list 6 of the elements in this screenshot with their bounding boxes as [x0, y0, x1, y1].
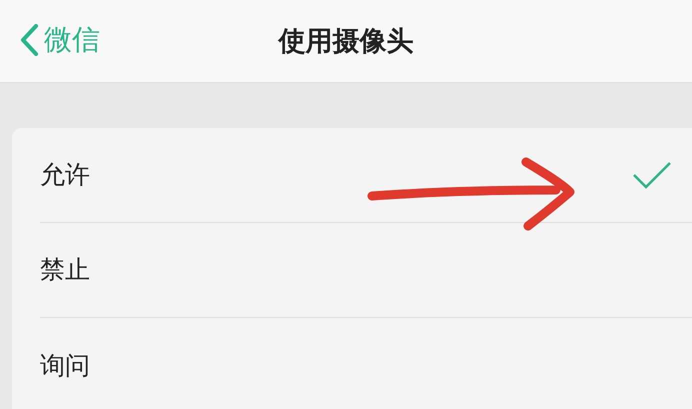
option-label: 禁止 — [40, 254, 90, 286]
option-label: 允许 — [40, 159, 90, 192]
option-label: 询问 — [40, 350, 90, 382]
checkmark-icon — [632, 161, 672, 189]
page-title: 使用摄像头 — [278, 28, 414, 54]
back-icon — [20, 24, 38, 56]
